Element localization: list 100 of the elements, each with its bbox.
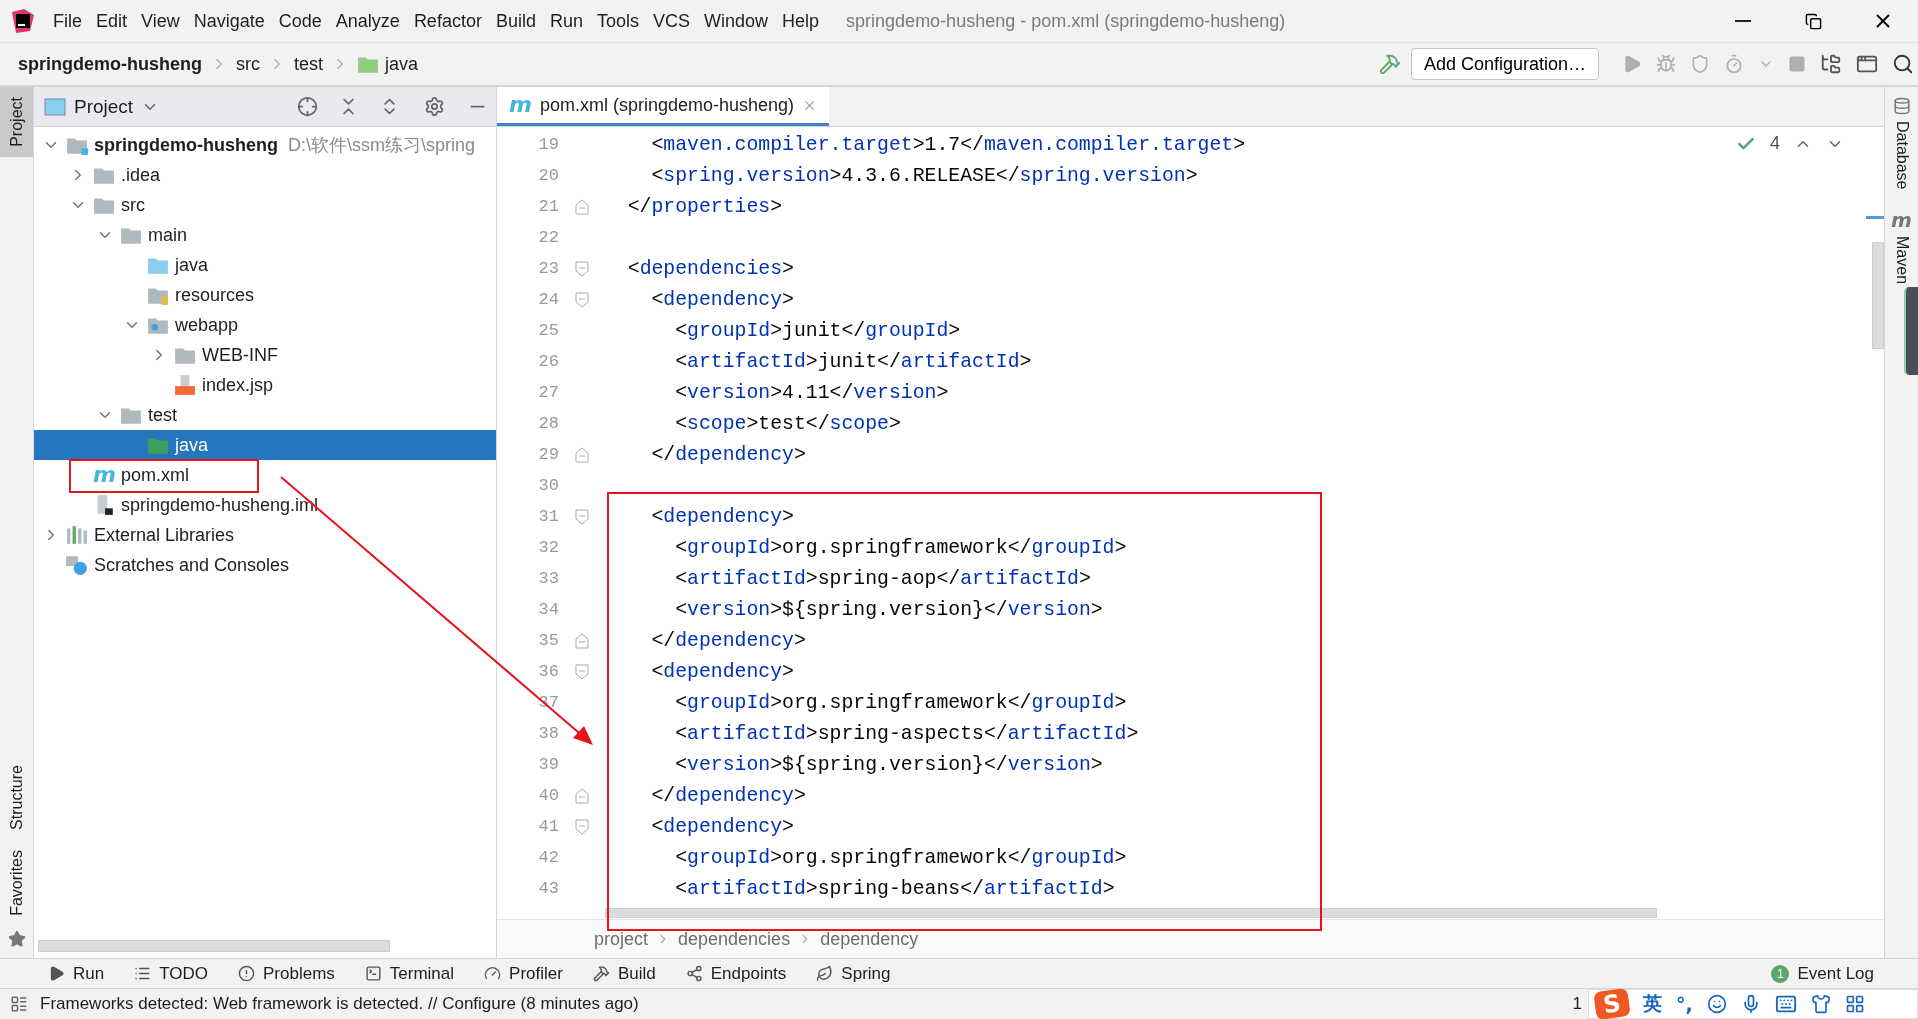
tool-window-button[interactable]: TODO xyxy=(130,963,212,984)
fold-marker-icon[interactable] xyxy=(574,446,589,463)
keyboard-icon[interactable] xyxy=(1774,993,1797,1015)
tree-item-label: index.jsp xyxy=(202,374,274,396)
menu-item[interactable]: View xyxy=(134,10,187,32)
panel-title[interactable]: Project xyxy=(74,95,134,118)
line-number: 40 xyxy=(537,786,559,805)
scrollbar[interactable] xyxy=(38,940,390,952)
side-tab[interactable]: Favorites xyxy=(0,840,33,926)
breadcrumb-item[interactable]: test xyxy=(294,53,323,75)
tree-item-label: java xyxy=(175,434,209,456)
tree-item[interactable]: java xyxy=(34,430,496,460)
line-number: 28 xyxy=(537,414,559,433)
tree-item[interactable]: WEB-INF xyxy=(34,340,496,370)
code-line: <groupId>org.springframework</groupId> xyxy=(674,846,1127,869)
search-icon[interactable] xyxy=(1892,53,1914,75)
window-icon xyxy=(44,96,66,117)
fold-marker-icon[interactable] xyxy=(574,508,589,525)
fold-marker-icon[interactable] xyxy=(574,291,589,308)
add-configuration-button[interactable]: Add Configuration… xyxy=(1410,48,1599,80)
folder-icon xyxy=(93,165,115,185)
line-number: 20 xyxy=(537,166,559,185)
menu-item[interactable]: Edit xyxy=(89,10,135,32)
code-line: <artifactId>spring-aop</artifactId> xyxy=(674,567,1091,590)
menu-item[interactable]: VCS xyxy=(646,10,697,32)
folder-icon xyxy=(147,255,169,275)
editor-tab[interactable]: m pom.xml (springdemo-husheng) xyxy=(497,87,830,126)
menu-item[interactable]: File xyxy=(46,10,89,32)
breadcrumb-item[interactable]: project xyxy=(594,928,649,950)
fold-marker-icon[interactable] xyxy=(574,198,589,215)
tree-item[interactable]: java xyxy=(34,250,496,280)
panel-toggle-icon[interactable] xyxy=(10,995,28,1013)
project-path: D:\软件\ssm练习\spring xyxy=(288,134,476,157)
tool-window-button[interactable]: Problems xyxy=(234,963,339,984)
tree-item[interactable]: .idea xyxy=(34,160,496,190)
tree-item[interactable]: test xyxy=(34,400,496,430)
side-tab[interactable]: m Maven xyxy=(1885,199,1918,294)
menu-item[interactable]: Navigate xyxy=(186,10,272,32)
side-tab[interactable]: Structure xyxy=(0,755,33,841)
side-tab[interactable]: Database xyxy=(1885,87,1918,200)
tree-item[interactable]: resources xyxy=(34,280,496,310)
locate-icon[interactable] xyxy=(297,96,318,117)
emoji-icon[interactable] xyxy=(1706,994,1727,1014)
folder-icon xyxy=(93,195,115,215)
tree-item[interactable]: webapp xyxy=(34,310,496,340)
side-tab[interactable]: Project xyxy=(0,87,33,157)
punctuation-toggle[interactable]: °, xyxy=(1676,993,1693,1015)
code-line: <dependency> xyxy=(650,660,794,683)
breadcrumb-item[interactable]: springdemo-husheng xyxy=(18,53,202,75)
code-line: <spring.version>4.3.6.RELEASE</spring.version> xyxy=(650,164,1198,187)
shirt-icon[interactable] xyxy=(1810,994,1831,1014)
tree-item[interactable]: main xyxy=(34,220,496,250)
menu-item[interactable]: Run xyxy=(542,10,590,32)
database-icon xyxy=(1892,97,1911,115)
breadcrumb-item[interactable]: dependencies xyxy=(678,928,791,950)
fold-marker-icon[interactable] xyxy=(574,632,589,649)
code-line: <artifactId>spring-aspects</artifactId> xyxy=(674,722,1139,745)
tool-window-button[interactable]: Profiler xyxy=(480,963,567,984)
tool-window-button[interactable]: Endpoints xyxy=(681,963,791,984)
fold-marker-icon[interactable] xyxy=(574,818,589,835)
menu-item[interactable]: Code xyxy=(271,10,329,32)
tree-item[interactable]: m pom.xml xyxy=(34,460,496,490)
tree-item-label: .idea xyxy=(121,164,161,186)
breadcrumb-item[interactable]: java xyxy=(385,53,419,75)
hammer-icon[interactable] xyxy=(1378,53,1401,75)
cursor-position[interactable]: 1 xyxy=(1572,994,1582,1014)
settings-icon[interactable] xyxy=(424,96,445,117)
tool-window-button[interactable]: Build xyxy=(588,963,660,984)
tool-window-button[interactable]: Spring xyxy=(812,963,895,984)
window-title: springdemo-husheng - pom.xml (springdemo-husheng) xyxy=(846,10,1286,32)
menu-item[interactable]: Analyze xyxy=(328,10,407,32)
grid-icon[interactable] xyxy=(1844,994,1865,1014)
window-icon[interactable] xyxy=(1856,53,1878,75)
tool-window-button[interactable]: Terminal xyxy=(360,963,459,984)
menu-item[interactable]: Build xyxy=(488,10,543,32)
fold-marker-icon[interactable] xyxy=(574,787,589,804)
code-line: <artifactId>spring-beans</artifactId> xyxy=(674,877,1115,900)
line-number: 30 xyxy=(537,476,559,495)
tree-item[interactable]: src xyxy=(34,190,496,220)
menu-item[interactable]: Window xyxy=(697,10,776,32)
tree-item[interactable]: index.jsp xyxy=(34,370,496,400)
fold-marker-icon[interactable] xyxy=(574,663,589,680)
event-log-button[interactable]: 1 Event Log xyxy=(1767,963,1878,984)
code-line: </dependency> xyxy=(650,443,806,466)
tool-window-button[interactable]: Run xyxy=(44,963,109,984)
tree-item[interactable]: External Libraries xyxy=(34,520,496,550)
project-structure-icon[interactable] xyxy=(1820,53,1842,75)
scrollbar[interactable] xyxy=(1872,242,1884,349)
menu-item[interactable]: Tools xyxy=(589,10,646,32)
inspection-count[interactable]: 4 xyxy=(1770,133,1780,154)
breadcrumb-item[interactable]: src xyxy=(236,53,260,75)
scrollbar[interactable] xyxy=(605,908,1657,918)
breadcrumb-item[interactable]: dependency xyxy=(820,928,919,950)
language-toggle[interactable]: 英 xyxy=(1643,991,1662,1017)
line-number: 27 xyxy=(537,383,559,402)
tree-item[interactable]: springdemo-husheng D:\软件\ssm练习\spring xyxy=(34,130,496,160)
menu-item[interactable]: Help xyxy=(775,10,827,32)
tree-item[interactable]: Scratches and Consoles xyxy=(34,550,496,580)
menu-item[interactable]: Refactor xyxy=(406,10,489,32)
fold-marker-icon[interactable] xyxy=(574,260,589,277)
